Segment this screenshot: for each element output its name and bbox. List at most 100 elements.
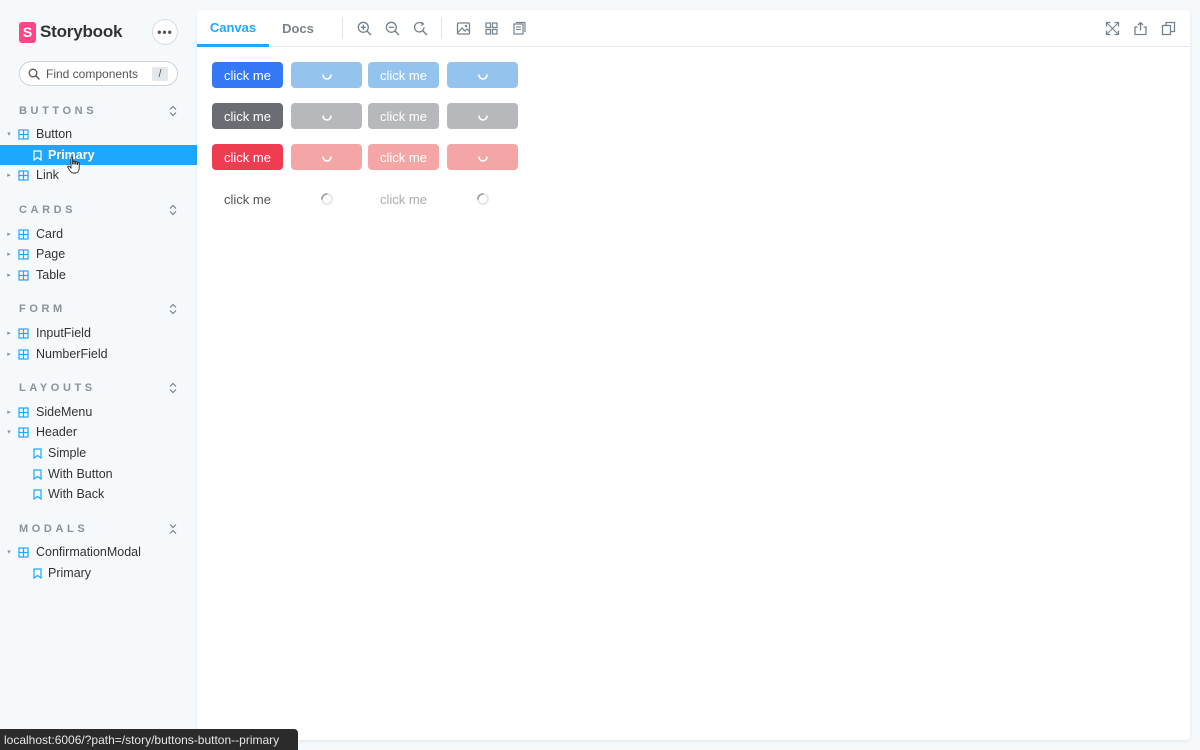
sidebar-item-label: Link bbox=[36, 168, 59, 182]
sidebar-item-button[interactable]: ▾ Button bbox=[0, 124, 197, 144]
tab-docs[interactable]: Docs bbox=[269, 10, 327, 47]
caret-down-icon: ▾ bbox=[7, 131, 11, 138]
hand-cursor-icon bbox=[67, 156, 80, 174]
search-icon bbox=[28, 68, 40, 80]
sidebar-item-label: SideMenu bbox=[36, 405, 93, 419]
primary-disabled-button[interactable]: click me bbox=[368, 62, 439, 88]
zoom-reset-icon[interactable] bbox=[413, 21, 428, 36]
component-icon bbox=[18, 426, 29, 438]
tab-canvas[interactable]: Canvas bbox=[197, 10, 269, 47]
component-icon bbox=[18, 406, 29, 418]
sidebar-item-label: Simple bbox=[48, 446, 87, 460]
text-loading-button[interactable] bbox=[291, 186, 362, 212]
bookmark-icon bbox=[33, 488, 42, 500]
secondary-disabled-button[interactable]: click me bbox=[368, 103, 439, 129]
component-icon bbox=[18, 228, 29, 240]
section-modals[interactable]: MODALS bbox=[19, 521, 179, 537]
collapse-icon[interactable] bbox=[167, 523, 179, 535]
search-box[interactable]: / bbox=[19, 61, 178, 86]
text-disabled-loading-button[interactable] bbox=[447, 186, 518, 212]
fullscreen-icon[interactable] bbox=[1105, 21, 1120, 36]
sidebar-item-page[interactable]: ▸ Page bbox=[0, 244, 197, 264]
preview-panel: Canvas Docs click me click me click me c… bbox=[197, 10, 1190, 740]
sidebar-item-confirmationmodal-primary[interactable]: Primary bbox=[0, 563, 197, 583]
outline-icon[interactable] bbox=[512, 21, 527, 36]
storybook-logo-icon: S bbox=[19, 21, 36, 43]
component-icon bbox=[18, 269, 29, 281]
search-shortcut-key: / bbox=[152, 67, 168, 81]
text-button[interactable]: click me bbox=[212, 186, 283, 212]
sidebar-item-label: Card bbox=[36, 227, 64, 241]
loading-spinner-icon bbox=[476, 193, 489, 205]
secondary-button[interactable]: click me bbox=[212, 103, 283, 129]
background-icon[interactable] bbox=[456, 21, 471, 36]
danger-loading-button[interactable] bbox=[291, 144, 362, 170]
sidebar-item-confirmationmodal[interactable]: ▾ ConfirmationModal bbox=[0, 542, 197, 562]
copy-link-icon[interactable] bbox=[1161, 21, 1176, 36]
danger-disabled-button[interactable]: click me bbox=[368, 144, 439, 170]
sidebar-item-numberfield[interactable]: ▸ NumberField bbox=[0, 344, 197, 364]
sidebar-item-card[interactable]: ▸ Card bbox=[0, 224, 197, 244]
loading-spinner-icon bbox=[321, 156, 332, 162]
sidebar-item-sidemenu[interactable]: ▸ SideMenu bbox=[0, 402, 197, 422]
component-icon bbox=[18, 327, 29, 339]
search-input[interactable] bbox=[46, 66, 146, 81]
sidebar-item-header-simple[interactable]: Simple bbox=[0, 443, 197, 463]
caret-right-icon: ▸ bbox=[7, 231, 11, 238]
caret-right-icon: ▸ bbox=[7, 251, 11, 258]
component-icon bbox=[18, 546, 29, 558]
loading-spinner-icon bbox=[477, 115, 488, 121]
caret-right-icon: ▸ bbox=[7, 272, 11, 279]
sidebar-item-button-primary[interactable]: Primary bbox=[0, 145, 197, 165]
sidebar-item-inputfield[interactable]: ▸ InputField bbox=[0, 323, 197, 343]
section-title: FORM bbox=[19, 303, 66, 315]
sidebar-item-label: With Button bbox=[48, 467, 113, 481]
secondary-loading-button[interactable] bbox=[291, 103, 362, 129]
caret-down-icon: ▾ bbox=[7, 549, 11, 556]
sidebar-item-label: InputField bbox=[36, 326, 91, 340]
expand-collapse-icon[interactable] bbox=[167, 204, 179, 216]
sidebar: S Storybook ••• / BUTTONS ▾ Button Prima… bbox=[0, 0, 197, 750]
ellipsis-icon: ••• bbox=[157, 25, 173, 39]
expand-collapse-icon[interactable] bbox=[167, 382, 179, 394]
brand[interactable]: S Storybook bbox=[19, 20, 122, 44]
link-status-bar: localhost:6006/?path=/story/buttons-butt… bbox=[0, 729, 298, 750]
grid-icon[interactable] bbox=[484, 21, 499, 36]
component-icon bbox=[18, 128, 29, 140]
share-icon[interactable] bbox=[1133, 21, 1148, 36]
sidebar-item-label: Header bbox=[36, 425, 77, 439]
more-menu-button[interactable]: ••• bbox=[152, 19, 178, 45]
section-title: BUTTONS bbox=[19, 105, 98, 117]
loading-spinner-icon bbox=[321, 74, 332, 80]
sidebar-item-header-with-button[interactable]: With Button bbox=[0, 464, 197, 484]
section-layouts[interactable]: LAYOUTS bbox=[19, 380, 179, 396]
section-form[interactable]: FORM bbox=[19, 301, 179, 317]
danger-button[interactable]: click me bbox=[212, 144, 283, 170]
zoom-in-icon[interactable] bbox=[357, 21, 372, 36]
primary-loading-button[interactable] bbox=[291, 62, 362, 88]
sidebar-item-label: Page bbox=[36, 247, 66, 261]
toolbar: Canvas Docs bbox=[197, 10, 1190, 47]
section-buttons[interactable]: BUTTONS bbox=[19, 103, 179, 119]
danger-disabled-loading-button[interactable] bbox=[447, 144, 518, 170]
zoom-out-icon[interactable] bbox=[385, 21, 400, 36]
sidebar-item-label: Button bbox=[36, 127, 73, 141]
sidebar-item-header-with-back[interactable]: With Back bbox=[0, 484, 197, 504]
sidebar-item-link[interactable]: ▸ Link bbox=[0, 165, 197, 185]
expand-collapse-icon[interactable] bbox=[167, 105, 179, 117]
section-title: MODALS bbox=[19, 523, 89, 535]
caret-right-icon: ▸ bbox=[7, 172, 11, 179]
component-icon bbox=[18, 169, 29, 181]
toolbar-divider bbox=[342, 17, 343, 39]
section-cards[interactable]: CARDS bbox=[19, 202, 179, 218]
component-icon bbox=[18, 248, 29, 260]
sidebar-item-table[interactable]: ▸ Table bbox=[0, 265, 197, 285]
secondary-disabled-loading-button[interactable] bbox=[447, 103, 518, 129]
text-disabled-button[interactable]: click me bbox=[368, 186, 439, 212]
primary-disabled-loading-button[interactable] bbox=[447, 62, 518, 88]
sidebar-item-header[interactable]: ▾ Header bbox=[0, 422, 197, 442]
primary-button[interactable]: click me bbox=[212, 62, 283, 88]
expand-collapse-icon[interactable] bbox=[167, 303, 179, 315]
loading-spinner-icon bbox=[477, 156, 488, 162]
section-title: LAYOUTS bbox=[19, 382, 96, 394]
